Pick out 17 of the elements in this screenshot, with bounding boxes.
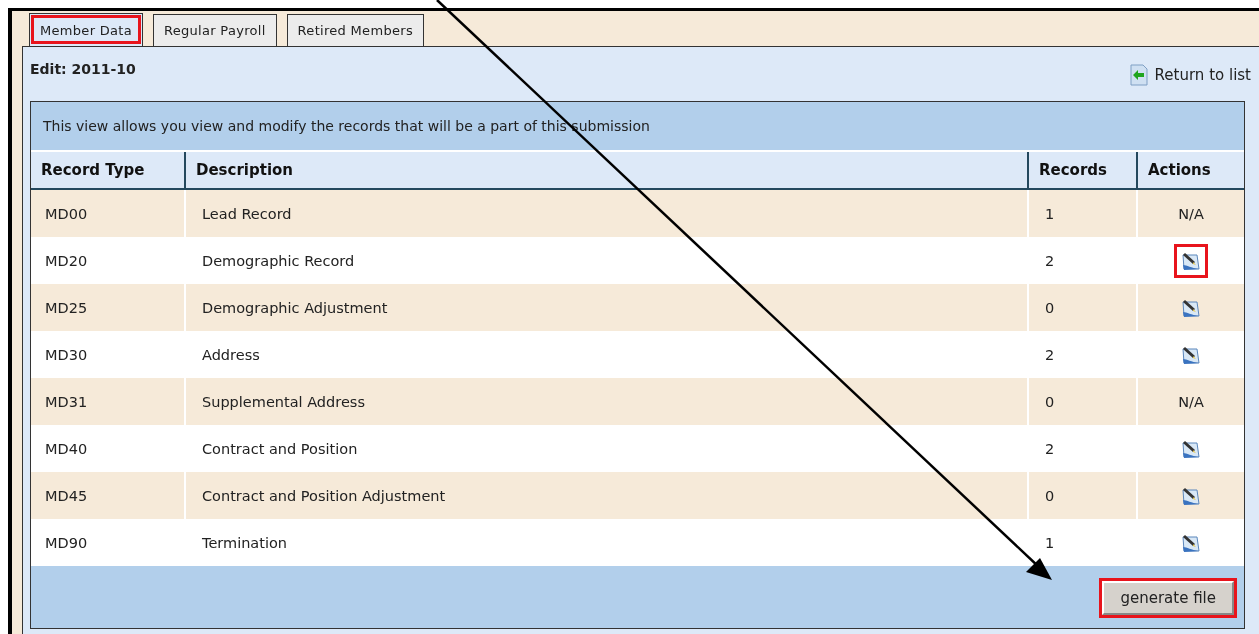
tab[interactable]: Retired Members	[286, 14, 424, 46]
return-link[interactable]: Return to list	[1128, 64, 1251, 86]
tab[interactable]: Regular Payroll	[152, 14, 277, 46]
column-header: Records	[1029, 152, 1138, 188]
generate-file-button[interactable]: generate file	[1102, 581, 1234, 615]
edit-icon[interactable]	[1174, 243, 1208, 278]
column-header: Description	[186, 152, 1029, 188]
edit-title: Edit: 2011-10	[30, 61, 136, 77]
column-header: Record Type	[31, 152, 186, 188]
table-cell-text: N/A	[1177, 392, 1205, 412]
table-cell: Termination	[186, 519, 1029, 566]
table-cell: MD90	[31, 519, 186, 566]
table-caption: This view allows you view and modify the records that will be a part of this submission	[42, 117, 651, 136]
table-cell-text: N/A	[1177, 204, 1205, 224]
back-arrow-icon	[1128, 64, 1149, 86]
column-header: Actions	[1147, 160, 1212, 181]
tab[interactable]: Member Data	[29, 13, 143, 46]
